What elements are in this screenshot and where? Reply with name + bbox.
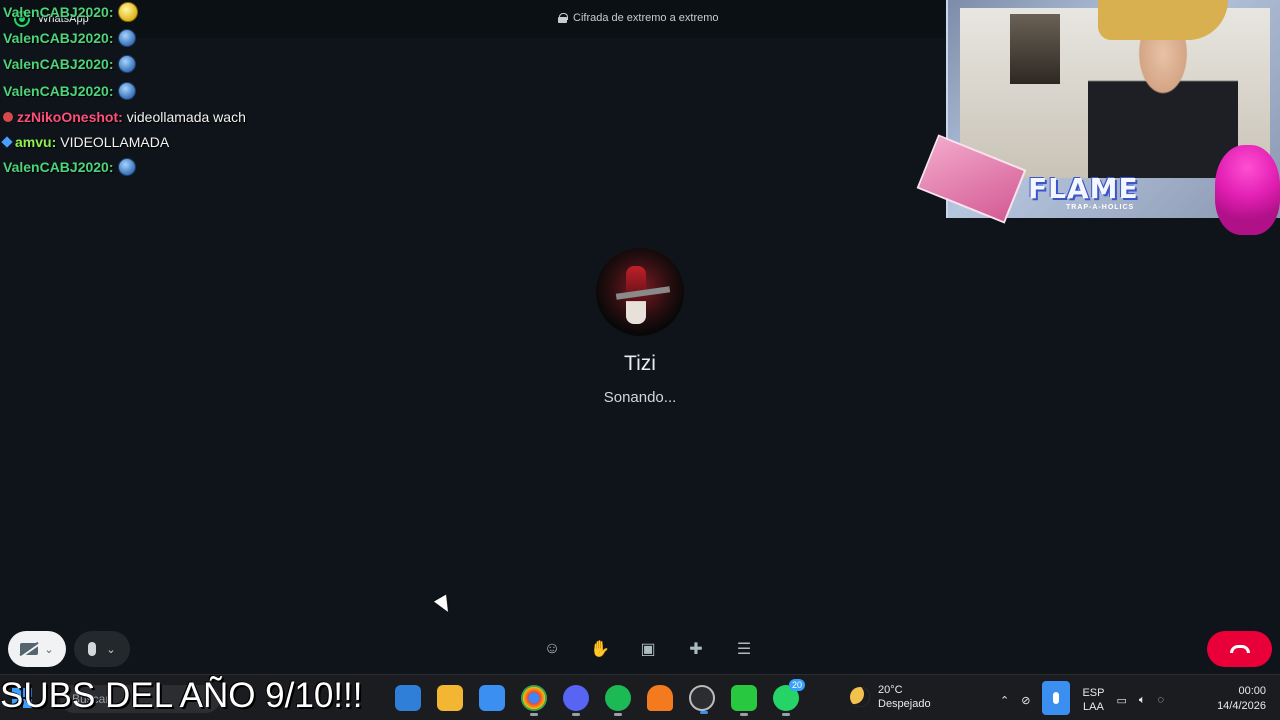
share-screen-icon[interactable]: ▣ bbox=[636, 639, 660, 659]
camera-off-icon bbox=[20, 643, 39, 655]
contact-avatar bbox=[596, 248, 684, 336]
pink-buddha-sticker bbox=[1215, 145, 1280, 235]
stream-banner-text: SUBS DEL AÑO 9/10!!! bbox=[0, 676, 363, 715]
language-code: ESP bbox=[1082, 687, 1105, 699]
mic-toggle-button[interactable]: ⌄ bbox=[74, 631, 130, 667]
weather-temperature: 20°C bbox=[878, 684, 903, 696]
chevron-down-icon[interactable]: ⌄ bbox=[106, 643, 115, 656]
chat-line: zzNikoOneshot: videollamada wach bbox=[3, 109, 246, 125]
chat-username: amvu: bbox=[15, 134, 57, 150]
call-controls: ⌄ ⌄ ☺ ✋ ▣ ✚ ☰ bbox=[0, 626, 1280, 674]
camera-off-tray-icon[interactable]: ⊘ bbox=[1021, 694, 1030, 707]
contact-name: Tizi bbox=[624, 352, 656, 375]
language-indicator[interactable]: ESP LAA bbox=[1082, 686, 1104, 714]
chat-line: ValenCABJ2020: bbox=[3, 158, 136, 176]
encryption-notice: Cifrada de extremo a extremo bbox=[558, 12, 719, 24]
lock-icon bbox=[558, 13, 568, 23]
chat-message: VIDEOLLAMADA bbox=[60, 134, 170, 150]
notifications-icon[interactable]: ◌ bbox=[1157, 694, 1164, 706]
raise-hand-icon[interactable]: ✋ bbox=[588, 639, 612, 659]
network-icon[interactable]: ▭ bbox=[1116, 694, 1126, 707]
yellow-face-emote-icon bbox=[117, 2, 138, 22]
volume-icon[interactable]: 🔈︎ bbox=[1139, 694, 1146, 707]
chevron-up-icon[interactable]: ⌃ bbox=[1000, 694, 1009, 707]
caller-panel: Tizi Sonando... bbox=[540, 248, 740, 406]
encryption-text: Cifrada de extremo a extremo bbox=[573, 12, 719, 24]
system-tray: ⌃ ⊘ ESP LAA ▭ 🔈︎ ◌ bbox=[1000, 681, 1164, 715]
chat-username: ValenCABJ2020: bbox=[3, 83, 114, 99]
mail-app-icon[interactable] bbox=[395, 685, 421, 711]
hang-up-icon bbox=[1229, 645, 1250, 653]
globe-emote-icon bbox=[117, 29, 136, 47]
clock-date: 14/4/2026 bbox=[1217, 700, 1266, 712]
moon-icon bbox=[850, 687, 870, 707]
kick-icon[interactable] bbox=[731, 685, 757, 716]
chat-username: zzNikoOneshot: bbox=[17, 109, 123, 125]
chat-username: ValenCABJ2020: bbox=[3, 159, 114, 175]
call-action-icons: ☺ ✋ ▣ ✚ ☰ bbox=[540, 639, 756, 659]
chat-username: ValenCABJ2020: bbox=[3, 30, 114, 46]
store-app-icon[interactable] bbox=[479, 685, 505, 711]
keyboard-layout: LAA bbox=[1083, 701, 1104, 713]
emoji-icon[interactable]: ☺ bbox=[540, 639, 564, 659]
chat-line: ValenCABJ2020: bbox=[3, 55, 136, 73]
chat-line: amvu: VIDEOLLAMADA bbox=[1, 134, 170, 150]
chat-username: ValenCABJ2020: bbox=[3, 56, 114, 72]
chat-line: ValenCABJ2020: bbox=[3, 2, 138, 22]
chrome-icon[interactable] bbox=[521, 685, 547, 716]
chat-username: ValenCABJ2020: bbox=[3, 4, 114, 20]
title-bar bbox=[0, 0, 945, 38]
globe-emote-icon bbox=[117, 55, 136, 73]
chat-message: videollamada wach bbox=[126, 109, 246, 125]
clock-time: 00:00 bbox=[1238, 685, 1266, 697]
chevron-down-icon[interactable]: ⌄ bbox=[44, 643, 53, 656]
end-call-button[interactable] bbox=[1207, 631, 1272, 667]
weather-widget[interactable]: 20°C Despejado bbox=[850, 683, 931, 711]
soundcloud-icon[interactable] bbox=[647, 685, 673, 711]
user-badge-icon bbox=[3, 112, 13, 122]
call-status: Sonando... bbox=[603, 389, 677, 406]
spotify-icon[interactable] bbox=[605, 685, 631, 716]
streamer-hat bbox=[1098, 0, 1228, 40]
globe-emote-icon bbox=[117, 82, 136, 100]
chat-line: ValenCABJ2020: bbox=[3, 29, 136, 47]
add-participant-icon[interactable]: ✚ bbox=[684, 639, 708, 659]
system-clock[interactable]: 00:00 14/4/2026 bbox=[1217, 684, 1266, 714]
taskbar-apps: 20 bbox=[395, 679, 805, 716]
obs-icon[interactable] bbox=[689, 685, 715, 714]
microphone-in-use-icon[interactable] bbox=[1042, 681, 1071, 715]
camera-toggle-button[interactable]: ⌄ bbox=[8, 631, 66, 667]
whatsapp-taskbar-icon[interactable]: 20 bbox=[773, 679, 805, 716]
discord-icon[interactable] bbox=[563, 685, 589, 716]
wall-poster bbox=[1010, 14, 1060, 84]
notification-badge: 20 bbox=[788, 679, 805, 691]
chat-line: ValenCABJ2020: bbox=[3, 82, 136, 100]
flame-subtitle: TRAP-A-HOLICS bbox=[1066, 204, 1135, 211]
more-options-icon[interactable]: ☰ bbox=[732, 639, 756, 659]
globe-emote-icon bbox=[117, 158, 136, 176]
file-explorer-icon[interactable] bbox=[437, 685, 463, 711]
weather-description: Despejado bbox=[878, 698, 931, 710]
mic-icon bbox=[88, 642, 97, 656]
user-badge-icon bbox=[1, 136, 13, 148]
